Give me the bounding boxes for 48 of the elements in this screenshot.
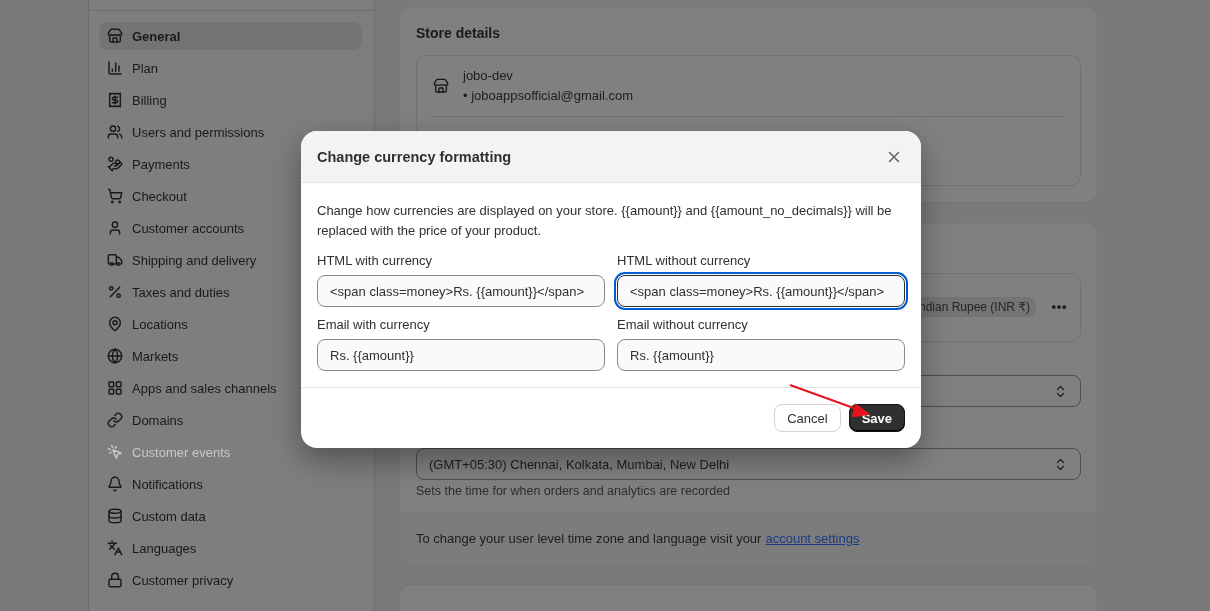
sidebar-item[interactable]: Plan — [99, 54, 362, 82]
pin-icon — [107, 316, 123, 332]
card-title: Store details — [416, 24, 502, 43]
receipt-icon — [107, 92, 123, 108]
store-name: jobo-dev — [463, 68, 514, 84]
text-field[interactable]: <span class=money>Rs. {{amount}}</span> — [317, 275, 605, 307]
grid-icon — [107, 380, 123, 396]
field-label: HTML without currency — [617, 253, 752, 269]
truck-icon — [107, 252, 123, 268]
account-settings-link[interactable]: account settings — [765, 531, 860, 546]
store-icon — [107, 28, 123, 44]
cancel-button[interactable]: Cancel — [774, 404, 841, 432]
help-text: Sets the time for when orders and analytics are recorded — [416, 484, 732, 498]
save-button[interactable]: Save — [848, 404, 905, 432]
sidebar-item[interactable]: Billing — [99, 86, 362, 114]
text-field[interactable]: Rs. {{amount}} — [317, 339, 605, 371]
dialog-title: Change currency formatting — [317, 148, 512, 165]
sidebar-item[interactable]: Users and permissions — [99, 118, 362, 146]
store-email: • joboappsofficial@gmail.com — [463, 88, 633, 104]
text-field[interactable]: Rs. {{amount}} — [617, 339, 905, 371]
database-icon — [107, 508, 123, 524]
globe-icon — [107, 348, 123, 364]
languages-icon — [107, 540, 123, 556]
field-label: Email with currency — [317, 317, 431, 333]
lock-icon — [107, 572, 123, 588]
percent-icon — [107, 284, 123, 300]
field-label: Email without currency — [617, 317, 749, 333]
text-field[interactable]: <span class=money>Rs. {{amount}}</span> — [617, 275, 905, 307]
field-label: HTML with currency — [317, 253, 434, 269]
person-icon — [107, 220, 123, 236]
store-icon — [433, 78, 449, 94]
hand-coins-icon — [107, 156, 123, 172]
note-text: To change your user level time zone and language visit your — [416, 531, 762, 546]
sidebar-item[interactable]: Custom data — [99, 502, 362, 530]
bar-chart-icon — [107, 60, 123, 76]
bell-icon — [107, 476, 123, 492]
sidebar-item[interactable]: Customer privacy — [99, 566, 362, 594]
timezone-select[interactable]: (GMT+05:30) Chennai, Kolkata, Mumbai, New Delhi — [416, 448, 1081, 480]
sidebar-item[interactable]: General — [99, 22, 362, 50]
sidebar-item[interactable]: Domains — [99, 406, 362, 434]
cart-icon — [107, 188, 123, 204]
pointer-click-icon — [107, 444, 123, 460]
users-icon — [107, 124, 123, 140]
sidebar-item[interactable]: Apps and sales channels — [99, 374, 362, 402]
sidebar-item[interactable]: Languages — [99, 534, 362, 562]
link-icon — [107, 412, 123, 428]
sidebar-item[interactable]: Notifications — [99, 470, 362, 498]
dialog-description: Change how currencies are displayed on your store. {{amount}} and {{amount_no_decimals}} will be replaced with the price of your product. — [317, 202, 893, 240]
